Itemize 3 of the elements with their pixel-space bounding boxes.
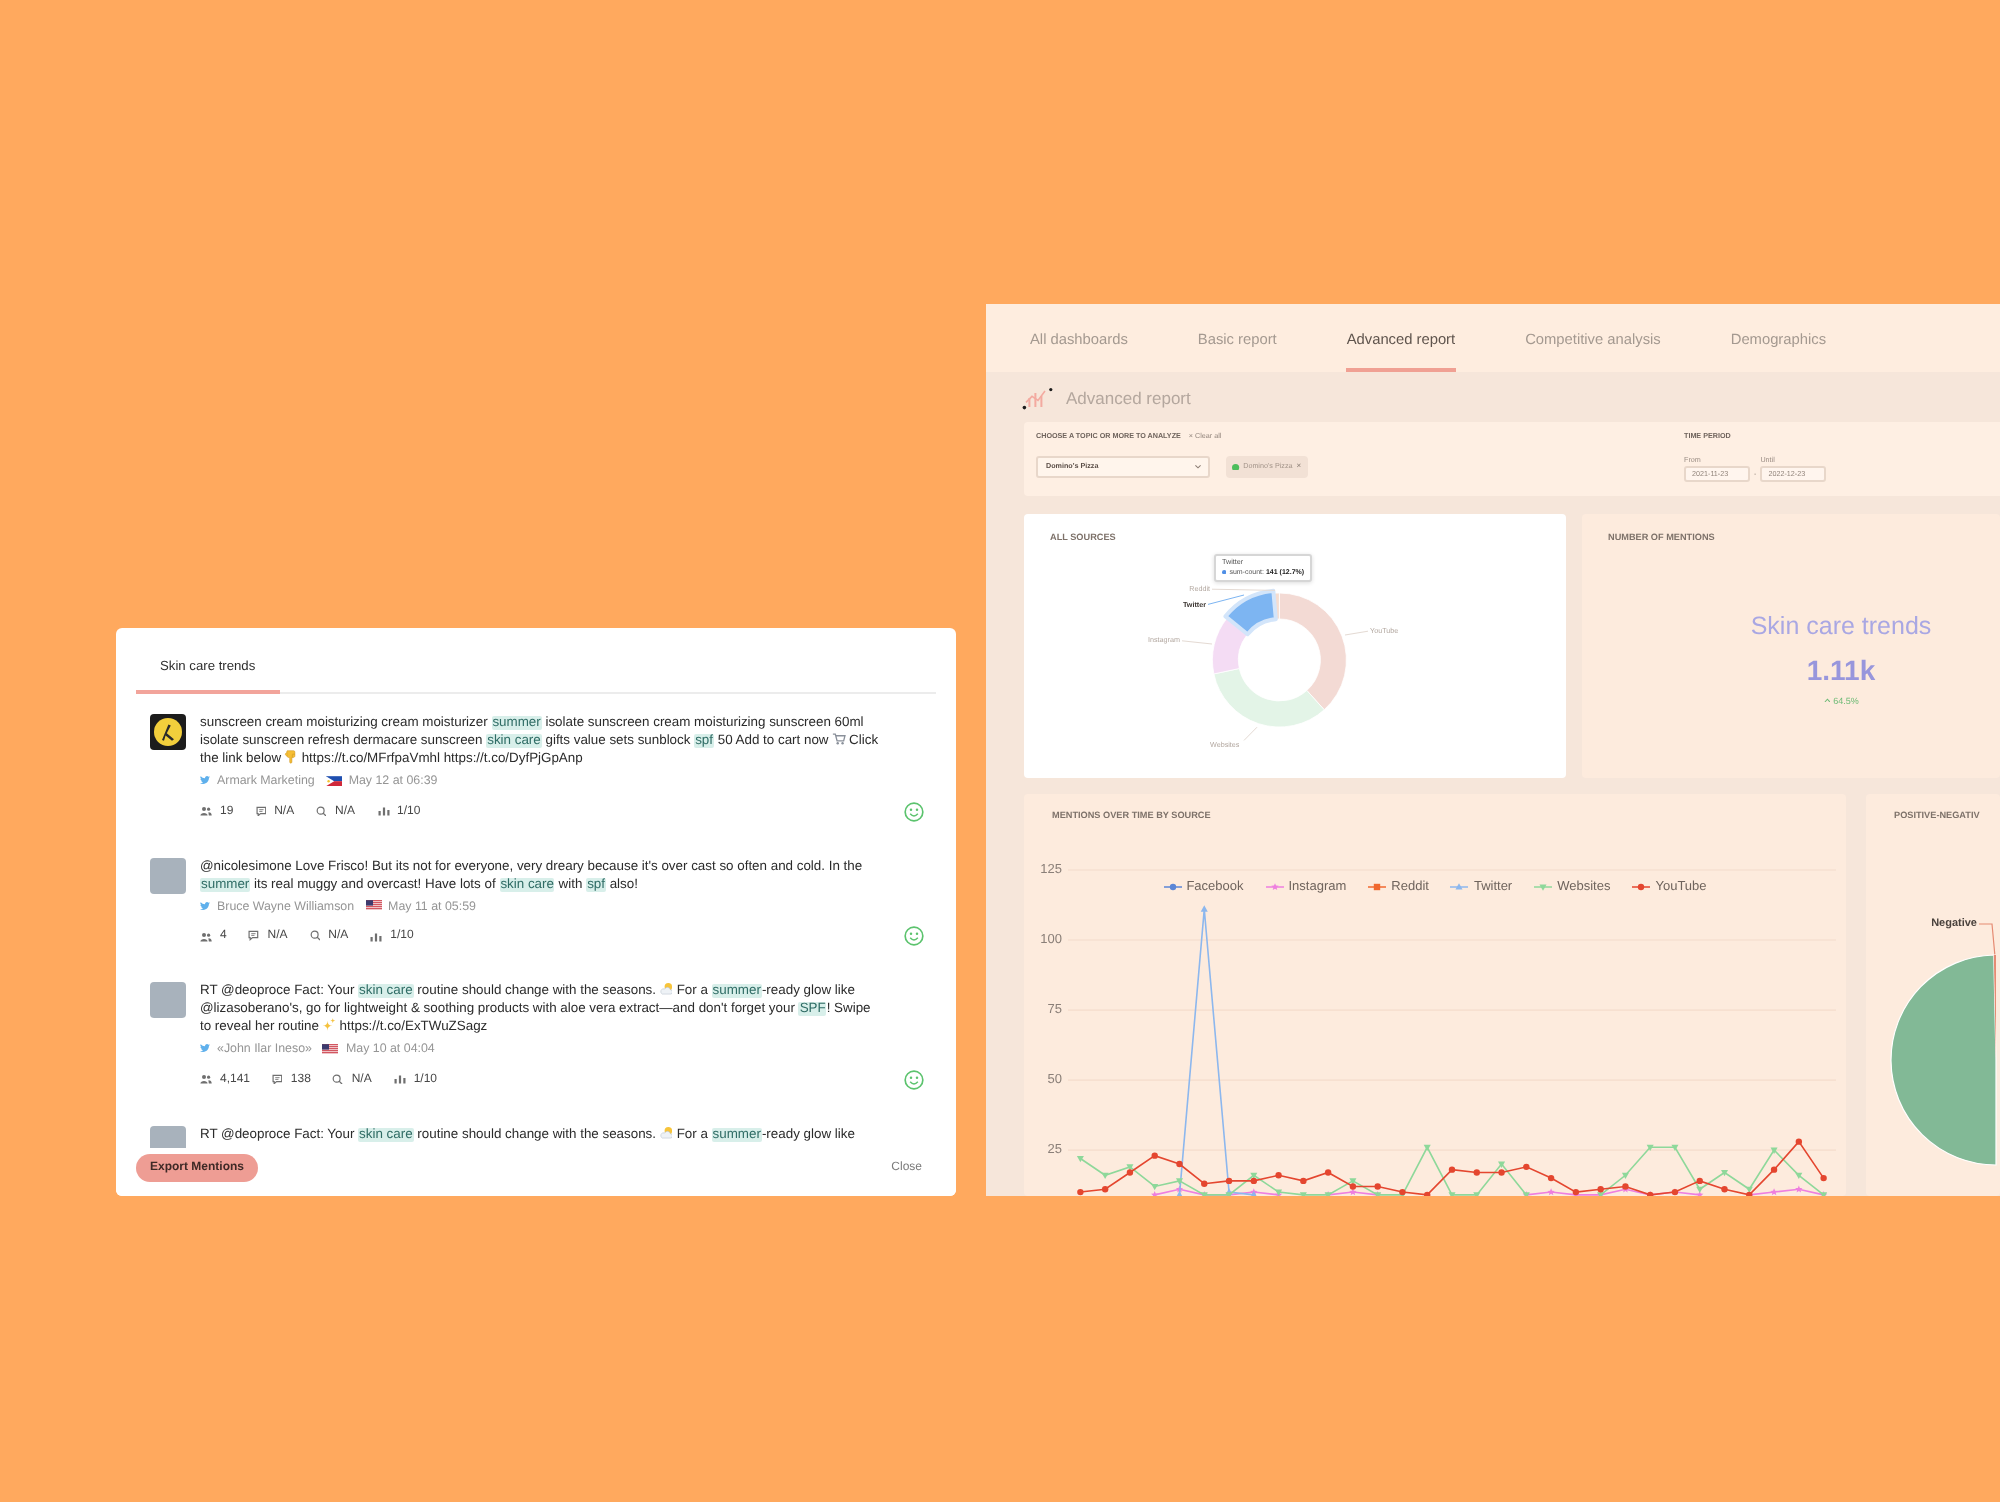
page-title: Advanced report — [1066, 387, 1191, 407]
mention-count: 1.11k — [1806, 655, 1876, 685]
topic-name: Skin care trends — [1750, 612, 1932, 640]
